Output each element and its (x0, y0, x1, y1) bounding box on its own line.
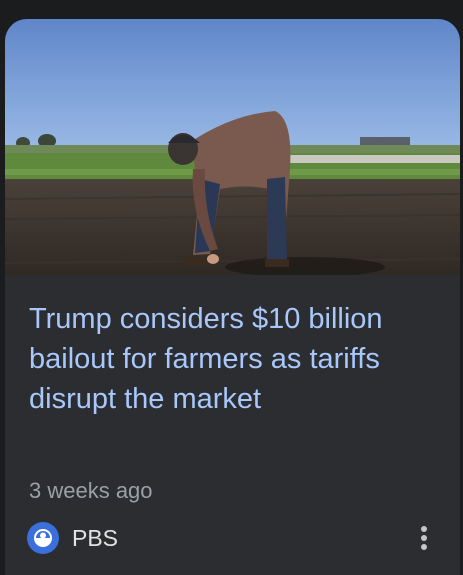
news-card[interactable]: Trump considers $10 billion bailout for … (5, 19, 460, 575)
article-headline[interactable]: Trump considers $10 billion bailout for … (29, 299, 449, 419)
more-vert-icon (421, 526, 427, 550)
more-options-button[interactable] (408, 522, 440, 554)
source-row: PBS (27, 519, 440, 557)
source-name: PBS (72, 524, 119, 551)
article-image[interactable] (5, 19, 460, 275)
pbs-logo-icon (27, 522, 59, 554)
article-timestamp: 3 weeks ago (29, 478, 153, 503)
